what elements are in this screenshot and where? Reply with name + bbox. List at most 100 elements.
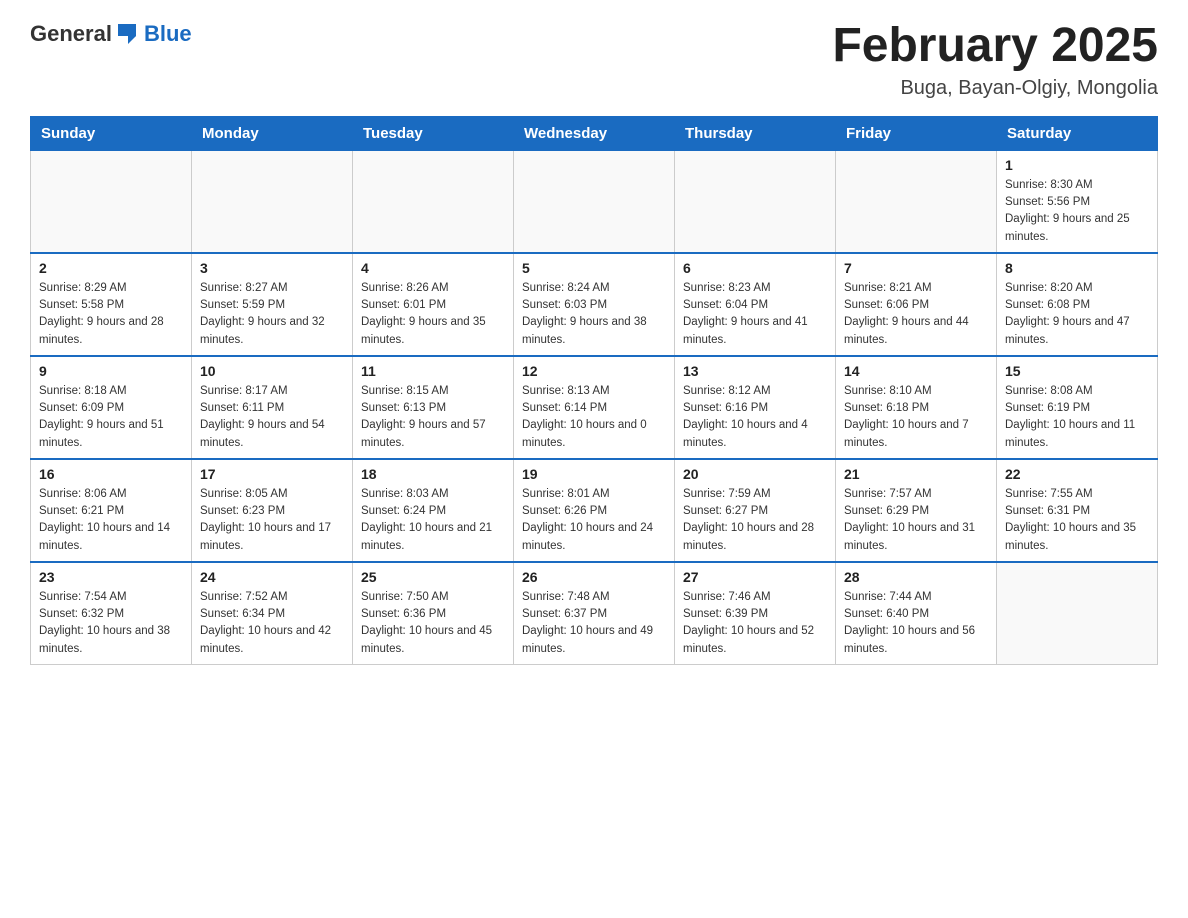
- day-info: Sunrise: 8:21 AMSunset: 6:06 PMDaylight:…: [844, 280, 988, 349]
- calendar-cell: 24 Sunrise: 7:52 AMSunset: 6:34 PMDayligh…: [192, 562, 353, 665]
- calendar-cell: 3 Sunrise: 8:27 AMSunset: 5:59 PMDaylight…: [192, 253, 353, 356]
- day-number: 24: [200, 569, 344, 585]
- day-number: 21: [844, 466, 988, 482]
- day-number: 2: [39, 260, 183, 276]
- day-number: 23: [39, 569, 183, 585]
- day-info: Sunrise: 8:20 AMSunset: 6:08 PMDaylight:…: [1005, 280, 1149, 349]
- day-info: Sunrise: 8:18 AMSunset: 6:09 PMDaylight:…: [39, 383, 183, 452]
- logo: General Blue: [30, 20, 192, 48]
- day-info: Sunrise: 8:29 AMSunset: 5:58 PMDaylight:…: [39, 280, 183, 349]
- day-number: 18: [361, 466, 505, 482]
- calendar-cell: 12Sunrise: 8:13 AMSunset: 6:14 PMDayligh…: [514, 356, 675, 459]
- calendar-week-row: 2 Sunrise: 8:29 AMSunset: 5:58 PMDaylight…: [31, 253, 1158, 356]
- day-number: 1: [1005, 157, 1149, 173]
- calendar-cell: 18 Sunrise: 8:03 AMSunset: 6:24 PMDayligh…: [353, 459, 514, 562]
- calendar-cell: 6 Sunrise: 8:23 AMSunset: 6:04 PMDaylight…: [675, 253, 836, 356]
- day-info: Sunrise: 7:52 AMSunset: 6:34 PMDaylight:…: [200, 589, 344, 658]
- calendar-cell: 4 Sunrise: 8:26 AMSunset: 6:01 PMDaylight…: [353, 253, 514, 356]
- calendar-week-row: 1 Sunrise: 8:30 AMSunset: 5:56 PMDaylight…: [31, 150, 1158, 253]
- logo-text-general: General: [30, 21, 112, 47]
- day-info: Sunrise: 7:54 AMSunset: 6:32 PMDaylight:…: [39, 589, 183, 658]
- calendar-cell: [675, 150, 836, 253]
- calendar-body: 1 Sunrise: 8:30 AMSunset: 5:56 PMDaylight…: [31, 150, 1158, 664]
- day-info: Sunrise: 7:44 AMSunset: 6:40 PMDaylight:…: [844, 589, 988, 658]
- page-subtitle: Buga, Bayan-Olgiy, Mongolia: [832, 77, 1158, 100]
- day-info: Sunrise: 8:27 AMSunset: 5:59 PMDaylight:…: [200, 280, 344, 349]
- day-number: 6: [683, 260, 827, 276]
- day-info: Sunrise: 7:55 AMSunset: 6:31 PMDaylight:…: [1005, 486, 1149, 555]
- day-info: Sunrise: 8:10 AMSunset: 6:18 PMDaylight:…: [844, 383, 988, 452]
- day-number: 11: [361, 363, 505, 379]
- calendar-cell: 2 Sunrise: 8:29 AMSunset: 5:58 PMDaylight…: [31, 253, 192, 356]
- day-number: 4: [361, 260, 505, 276]
- day-info: Sunrise: 8:12 AMSunset: 6:16 PMDaylight:…: [683, 383, 827, 452]
- calendar-cell: 8Sunrise: 8:20 AMSunset: 6:08 PMDaylight…: [997, 253, 1158, 356]
- day-info: Sunrise: 7:48 AMSunset: 6:37 PMDaylight:…: [522, 589, 666, 658]
- day-info: Sunrise: 8:23 AMSunset: 6:04 PMDaylight:…: [683, 280, 827, 349]
- day-info: Sunrise: 8:06 AMSunset: 6:21 PMDaylight:…: [39, 486, 183, 555]
- day-info: Sunrise: 8:01 AMSunset: 6:26 PMDaylight:…: [522, 486, 666, 555]
- calendar-cell: [997, 562, 1158, 665]
- day-info: Sunrise: 8:05 AMSunset: 6:23 PMDaylight:…: [200, 486, 344, 555]
- calendar-cell: [192, 150, 353, 253]
- day-number: 10: [200, 363, 344, 379]
- calendar-cell: 13Sunrise: 8:12 AMSunset: 6:16 PMDayligh…: [675, 356, 836, 459]
- day-info: Sunrise: 8:15 AMSunset: 6:13 PMDaylight:…: [361, 383, 505, 452]
- calendar-cell: 26 Sunrise: 7:48 AMSunset: 6:37 PMDayligh…: [514, 562, 675, 665]
- calendar-cell: 20Sunrise: 7:59 AMSunset: 6:27 PMDayligh…: [675, 459, 836, 562]
- calendar-cell: [514, 150, 675, 253]
- page-title: February 2025: [832, 20, 1158, 73]
- day-number: 25: [361, 569, 505, 585]
- day-number: 14: [844, 363, 988, 379]
- calendar-cell: 27Sunrise: 7:46 AMSunset: 6:39 PMDayligh…: [675, 562, 836, 665]
- calendar-cell: 19 Sunrise: 8:01 AMSunset: 6:26 PMDayligh…: [514, 459, 675, 562]
- day-number: 27: [683, 569, 827, 585]
- day-number: 26: [522, 569, 666, 585]
- calendar-cell: 16 Sunrise: 8:06 AMSunset: 6:21 PMDayligh…: [31, 459, 192, 562]
- day-info: Sunrise: 8:17 AMSunset: 6:11 PMDaylight:…: [200, 383, 344, 452]
- calendar-header-row: SundayMondayTuesdayWednesdayThursdayFrid…: [31, 116, 1158, 150]
- calendar-cell: [31, 150, 192, 253]
- day-info: Sunrise: 8:30 AMSunset: 5:56 PMDaylight:…: [1005, 177, 1149, 246]
- calendar-cell: 15 Sunrise: 8:08 AMSunset: 6:19 PMDayligh…: [997, 356, 1158, 459]
- calendar-week-row: 9Sunrise: 8:18 AMSunset: 6:09 PMDaylight…: [31, 356, 1158, 459]
- calendar-cell: 22Sunrise: 7:55 AMSunset: 6:31 PMDayligh…: [997, 459, 1158, 562]
- day-info: Sunrise: 8:03 AMSunset: 6:24 PMDaylight:…: [361, 486, 505, 555]
- logo-icon: [114, 20, 142, 48]
- day-number: 19: [522, 466, 666, 482]
- day-number: 5: [522, 260, 666, 276]
- calendar-cell: [353, 150, 514, 253]
- day-info: Sunrise: 7:59 AMSunset: 6:27 PMDaylight:…: [683, 486, 827, 555]
- weekday-header-friday: Friday: [836, 116, 997, 150]
- calendar-cell: 1 Sunrise: 8:30 AMSunset: 5:56 PMDaylight…: [997, 150, 1158, 253]
- weekday-header-tuesday: Tuesday: [353, 116, 514, 150]
- day-info: Sunrise: 8:24 AMSunset: 6:03 PMDaylight:…: [522, 280, 666, 349]
- weekday-header-sunday: Sunday: [31, 116, 192, 150]
- calendar-cell: 7 Sunrise: 8:21 AMSunset: 6:06 PMDaylight…: [836, 253, 997, 356]
- calendar-cell: 25 Sunrise: 7:50 AMSunset: 6:36 PMDayligh…: [353, 562, 514, 665]
- day-info: Sunrise: 8:08 AMSunset: 6:19 PMDaylight:…: [1005, 383, 1149, 452]
- logo-text-blue: Blue: [144, 21, 192, 47]
- calendar-cell: 21 Sunrise: 7:57 AMSunset: 6:29 PMDayligh…: [836, 459, 997, 562]
- calendar-cell: [836, 150, 997, 253]
- weekday-header-thursday: Thursday: [675, 116, 836, 150]
- day-info: Sunrise: 7:50 AMSunset: 6:36 PMDaylight:…: [361, 589, 505, 658]
- calendar-week-row: 23 Sunrise: 7:54 AMSunset: 6:32 PMDayligh…: [31, 562, 1158, 665]
- calendar-cell: 11 Sunrise: 8:15 AMSunset: 6:13 PMDayligh…: [353, 356, 514, 459]
- calendar-cell: 9Sunrise: 8:18 AMSunset: 6:09 PMDaylight…: [31, 356, 192, 459]
- day-number: 7: [844, 260, 988, 276]
- day-number: 3: [200, 260, 344, 276]
- day-number: 28: [844, 569, 988, 585]
- day-number: 15: [1005, 363, 1149, 379]
- day-info: Sunrise: 8:26 AMSunset: 6:01 PMDaylight:…: [361, 280, 505, 349]
- calendar-cell: 23 Sunrise: 7:54 AMSunset: 6:32 PMDayligh…: [31, 562, 192, 665]
- calendar-cell: 17Sunrise: 8:05 AMSunset: 6:23 PMDayligh…: [192, 459, 353, 562]
- calendar-cell: 5 Sunrise: 8:24 AMSunset: 6:03 PMDaylight…: [514, 253, 675, 356]
- calendar-cell: 14 Sunrise: 8:10 AMSunset: 6:18 PMDayligh…: [836, 356, 997, 459]
- page-header: General Blue February 2025 Buga, Bayan-O…: [30, 20, 1158, 100]
- calendar-week-row: 16 Sunrise: 8:06 AMSunset: 6:21 PMDayligh…: [31, 459, 1158, 562]
- weekday-header-saturday: Saturday: [997, 116, 1158, 150]
- day-info: Sunrise: 7:57 AMSunset: 6:29 PMDaylight:…: [844, 486, 988, 555]
- day-number: 16: [39, 466, 183, 482]
- calendar-cell: 28 Sunrise: 7:44 AMSunset: 6:40 PMDayligh…: [836, 562, 997, 665]
